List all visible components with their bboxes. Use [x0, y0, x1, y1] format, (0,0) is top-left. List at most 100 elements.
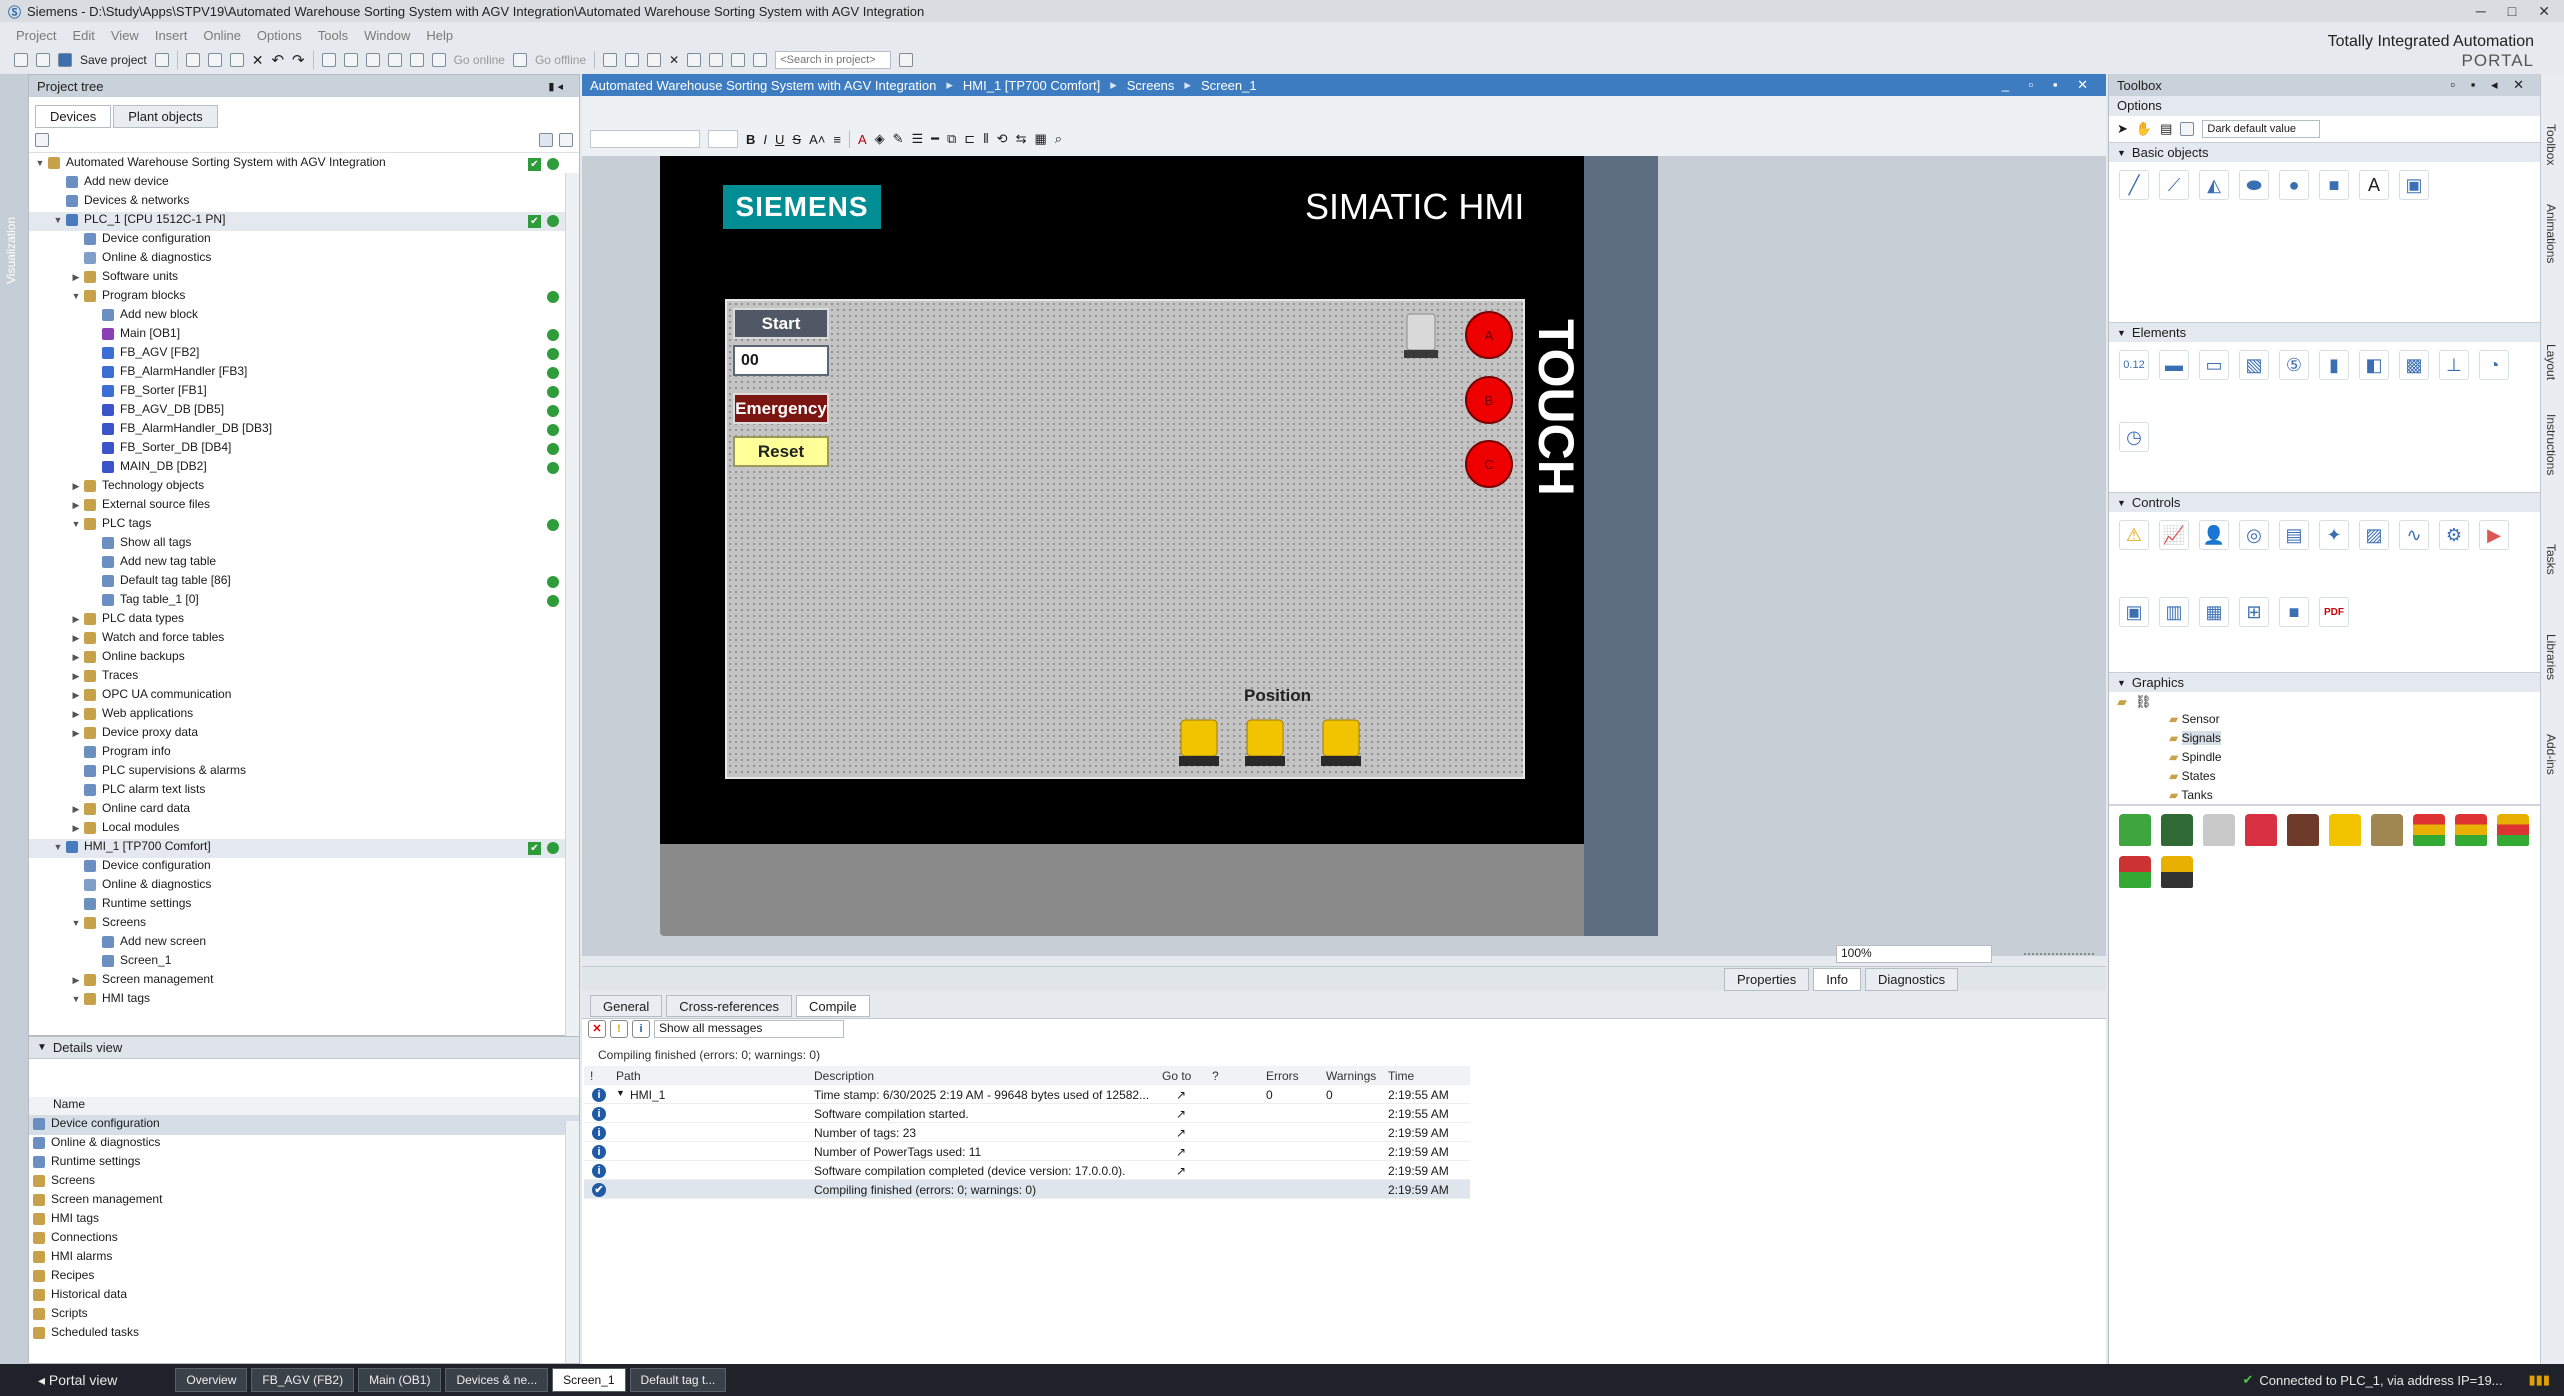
menu-item-edit[interactable]: Edit: [72, 28, 94, 43]
font-grow-icon[interactable]: A˄: [809, 132, 825, 147]
split-vertical-icon[interactable]: [709, 53, 724, 67]
editor-tab[interactable]: Overview: [175, 1368, 248, 1392]
arrange-icon[interactable]: ⧉: [947, 131, 956, 147]
position-lamp-2-icon[interactable]: [1244, 718, 1286, 768]
style-select[interactable]: Dark default value: [2202, 120, 2321, 138]
graphics-folder-item[interactable]: ▰ Sensor: [2169, 712, 2540, 731]
info-filter-icon[interactable]: i: [632, 1020, 650, 1038]
compile-row[interactable]: i Software compilation completed (device …: [584, 1161, 1470, 1180]
open-project-icon[interactable]: [36, 53, 50, 67]
tree-item[interactable]: ▼ Automated Warehouse Sorting System with…: [29, 155, 579, 174]
switch-icon[interactable]: ◧: [2359, 350, 2389, 380]
tree-item[interactable]: FB_Sorter [FB1]: [29, 383, 579, 402]
tree-item[interactable]: ▶ Software units: [29, 269, 579, 288]
menu-item-online[interactable]: Online: [203, 28, 241, 43]
breadcrumb-hmi[interactable]: HMI_1 [TP700 Comfort]: [963, 78, 1100, 93]
editor-tab[interactable]: FB_AGV (FB2): [251, 1368, 355, 1392]
line-width-icon[interactable]: ━: [931, 131, 939, 147]
tree-expander-icon[interactable]: ▶: [71, 652, 81, 663]
compile-row[interactable]: i Number of PowerTags used: 11 2:19:59 AM ↗: [584, 1142, 1470, 1161]
html-browser-icon[interactable]: ◎: [2239, 520, 2269, 550]
font-color-icon[interactable]: A: [858, 132, 867, 147]
tree-expander-icon[interactable]: ▼: [35, 158, 45, 168]
tree-item[interactable]: ▼ HMI tags: [29, 991, 579, 1010]
menu-item-options[interactable]: Options: [257, 28, 302, 43]
filter-icon[interactable]: [753, 53, 768, 67]
details-item[interactable]: Screen management: [29, 1192, 579, 1211]
tree-item[interactable]: ▶ PLC data types: [29, 611, 579, 630]
column-header[interactable]: Time: [1388, 1069, 1414, 1083]
tab-info[interactable]: Info: [1813, 967, 1861, 991]
task-tab-layout[interactable]: Layout: [2544, 344, 2558, 380]
sm-view-icon[interactable]: ✦: [2319, 520, 2349, 550]
align-text-icon[interactable]: ≡: [833, 132, 841, 147]
zoom-tool-icon[interactable]: ⌕: [1055, 131, 1062, 147]
column-header[interactable]: Errors: [1266, 1069, 1299, 1083]
tree-expander-icon[interactable]: ▶: [71, 671, 81, 682]
symbol-library-icon[interactable]: ▩: [2399, 350, 2429, 380]
tree-item[interactable]: Screen_1: [29, 953, 579, 972]
lamp-yellow-icon[interactable]: [2329, 814, 2361, 846]
editor-tab[interactable]: Screen_1: [552, 1368, 626, 1392]
text-field-icon[interactable]: A: [2359, 170, 2389, 200]
alarm-view-icon[interactable]: ⚠: [2119, 520, 2149, 550]
lamp-grey-icon[interactable]: [2203, 814, 2235, 846]
new-project-icon[interactable]: [14, 53, 28, 67]
lamp-red-icon[interactable]: [2245, 814, 2277, 846]
tree-expander-icon[interactable]: ▼: [71, 918, 81, 928]
graphics-folder-item[interactable]: ▰ Signals: [2169, 731, 2540, 750]
tree-item[interactable]: PLC supervisions & alarms: [29, 763, 579, 782]
distribute-icon[interactable]: ⫴: [983, 131, 988, 147]
tree-expander-icon[interactable]: ▶: [71, 272, 81, 283]
menu-item-window[interactable]: Window: [364, 28, 410, 43]
line-color-icon[interactable]: ✎: [893, 131, 904, 147]
tree-item[interactable]: Add new tag table: [29, 554, 579, 573]
hmi-work-area[interactable]: [725, 299, 1525, 779]
tree-item[interactable]: Add new block: [29, 307, 579, 326]
details-item[interactable]: Connections: [29, 1230, 579, 1249]
editor-tab[interactable]: Default tag t...: [629, 1368, 727, 1392]
redo-icon[interactable]: ↷: [292, 51, 305, 69]
strikethrough-icon[interactable]: S: [792, 132, 801, 147]
goto-icon[interactable]: ↗: [1176, 1126, 1186, 1140]
folder-icon[interactable]: ▰: [2117, 694, 2127, 710]
start-button[interactable]: Start: [733, 308, 829, 339]
tab-diagnostics[interactable]: Diagnostics: [1864, 967, 1959, 991]
stack-light-4-icon[interactable]: [2119, 856, 2151, 888]
tab-properties[interactable]: Properties: [1724, 967, 1810, 991]
details-item[interactable]: HMI alarms: [29, 1249, 579, 1268]
pusher-cylinder-icon[interactable]: [1402, 312, 1440, 362]
copy-icon[interactable]: [207, 53, 222, 67]
style-icon[interactable]: [2180, 122, 2195, 136]
task-tab-toolbox[interactable]: Toolbox: [2544, 124, 2558, 165]
pdf-view-icon[interactable]: PDF: [2319, 597, 2349, 627]
system-view-icon[interactable]: ⊞: [2239, 597, 2269, 627]
date-time-field-icon[interactable]: ⑤: [2279, 350, 2309, 380]
printer-view-icon[interactable]: ▨: [2359, 520, 2389, 550]
column-header[interactable]: Warnings: [1326, 1069, 1376, 1083]
group-icon[interactable]: ▦: [1034, 131, 1046, 147]
graphic-view-icon[interactable]: ▣: [2399, 170, 2429, 200]
button-icon[interactable]: ▬: [2159, 350, 2189, 380]
breadcrumb-project[interactable]: Automated Warehouse Sorting System with …: [590, 78, 936, 93]
tree-expander-icon[interactable]: ▶: [71, 975, 81, 986]
compile-icon[interactable]: [321, 53, 336, 67]
camera-icon[interactable]: ■: [2279, 597, 2309, 627]
tree-view-icon[interactable]: [539, 132, 553, 147]
color-tool-icon[interactable]: ▤: [2160, 121, 2172, 137]
tree-overview-icon[interactable]: [35, 132, 49, 147]
underline-icon[interactable]: U: [775, 132, 784, 147]
stop-cpu-icon[interactable]: [647, 53, 662, 67]
options-header[interactable]: Options: [2109, 96, 2540, 116]
tree-item[interactable]: PLC alarm text lists: [29, 782, 579, 801]
column-header[interactable]: Go to: [1162, 1069, 1191, 1083]
start-cpu-icon[interactable]: [625, 53, 640, 67]
task-tab-animations[interactable]: Animations: [2544, 204, 2558, 263]
tree-item[interactable]: Program info: [29, 744, 579, 763]
tree-item[interactable]: Tag table_1 [0]: [29, 592, 579, 611]
menu-item-tools[interactable]: Tools: [318, 28, 348, 43]
tree-expander-icon[interactable]: ▶: [71, 614, 81, 625]
row-expander-icon[interactable]: ▼: [616, 1088, 625, 1098]
upload-icon[interactable]: [365, 53, 380, 67]
go-offline-icon[interactable]: [512, 53, 527, 67]
